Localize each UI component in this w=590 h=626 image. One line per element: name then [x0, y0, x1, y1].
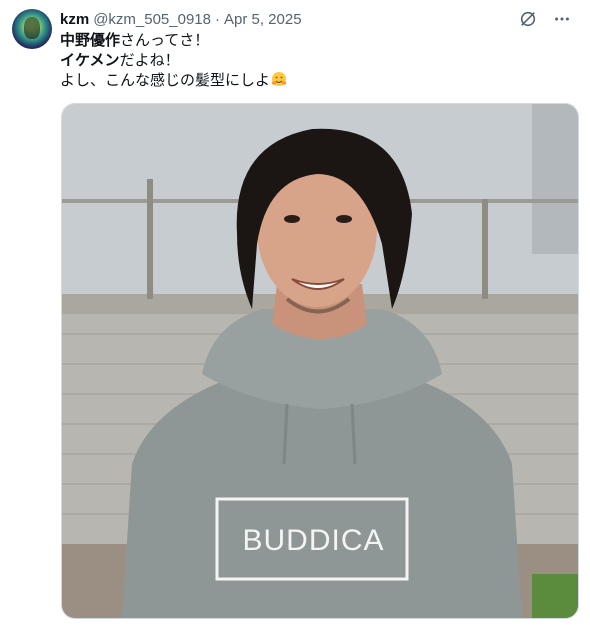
mention-name: 中野優作 — [60, 32, 121, 49]
tweet-card[interactable]: kzm @kzm_505_0918 · Apr 5, 2025 中野優作さんって… — [0, 0, 590, 626]
tweet-date[interactable]: Apr 5, 2025 — [224, 11, 302, 28]
tweet-header: kzm @kzm_505_0918 · Apr 5, 2025 — [60, 9, 302, 29]
hugging-face-emoji-icon — [271, 71, 287, 87]
line-text: よし、こんな感じの髪型にしよ — [60, 72, 271, 89]
tweet-line: イケメンだよね！ — [60, 51, 287, 71]
line-text: さんってさ！ — [120, 32, 210, 49]
author-name[interactable]: kzm — [60, 11, 89, 28]
line-text: だよね！ — [119, 52, 180, 69]
tweet-text: 中野優作さんってさ！ イケメンだよね！ よし、こんな感じの髪型にしよ — [60, 31, 287, 91]
more-icon[interactable] — [552, 9, 572, 29]
avatar[interactable] — [12, 9, 52, 49]
tweet-photo[interactable]: BUDDICA — [61, 103, 579, 619]
grok-icon[interactable] — [518, 9, 538, 29]
emphasis-text: イケメン — [60, 52, 120, 69]
tweet-line: 中野優作さんってさ！ — [60, 31, 287, 51]
author-handle[interactable]: @kzm_505_0918 — [93, 11, 211, 28]
hoodie-print-text: BUDDICA — [242, 524, 385, 557]
separator: · — [215, 10, 220, 28]
tweet-actions — [518, 9, 572, 29]
tweet-line: よし、こんな感じの髪型にしよ — [60, 71, 287, 91]
